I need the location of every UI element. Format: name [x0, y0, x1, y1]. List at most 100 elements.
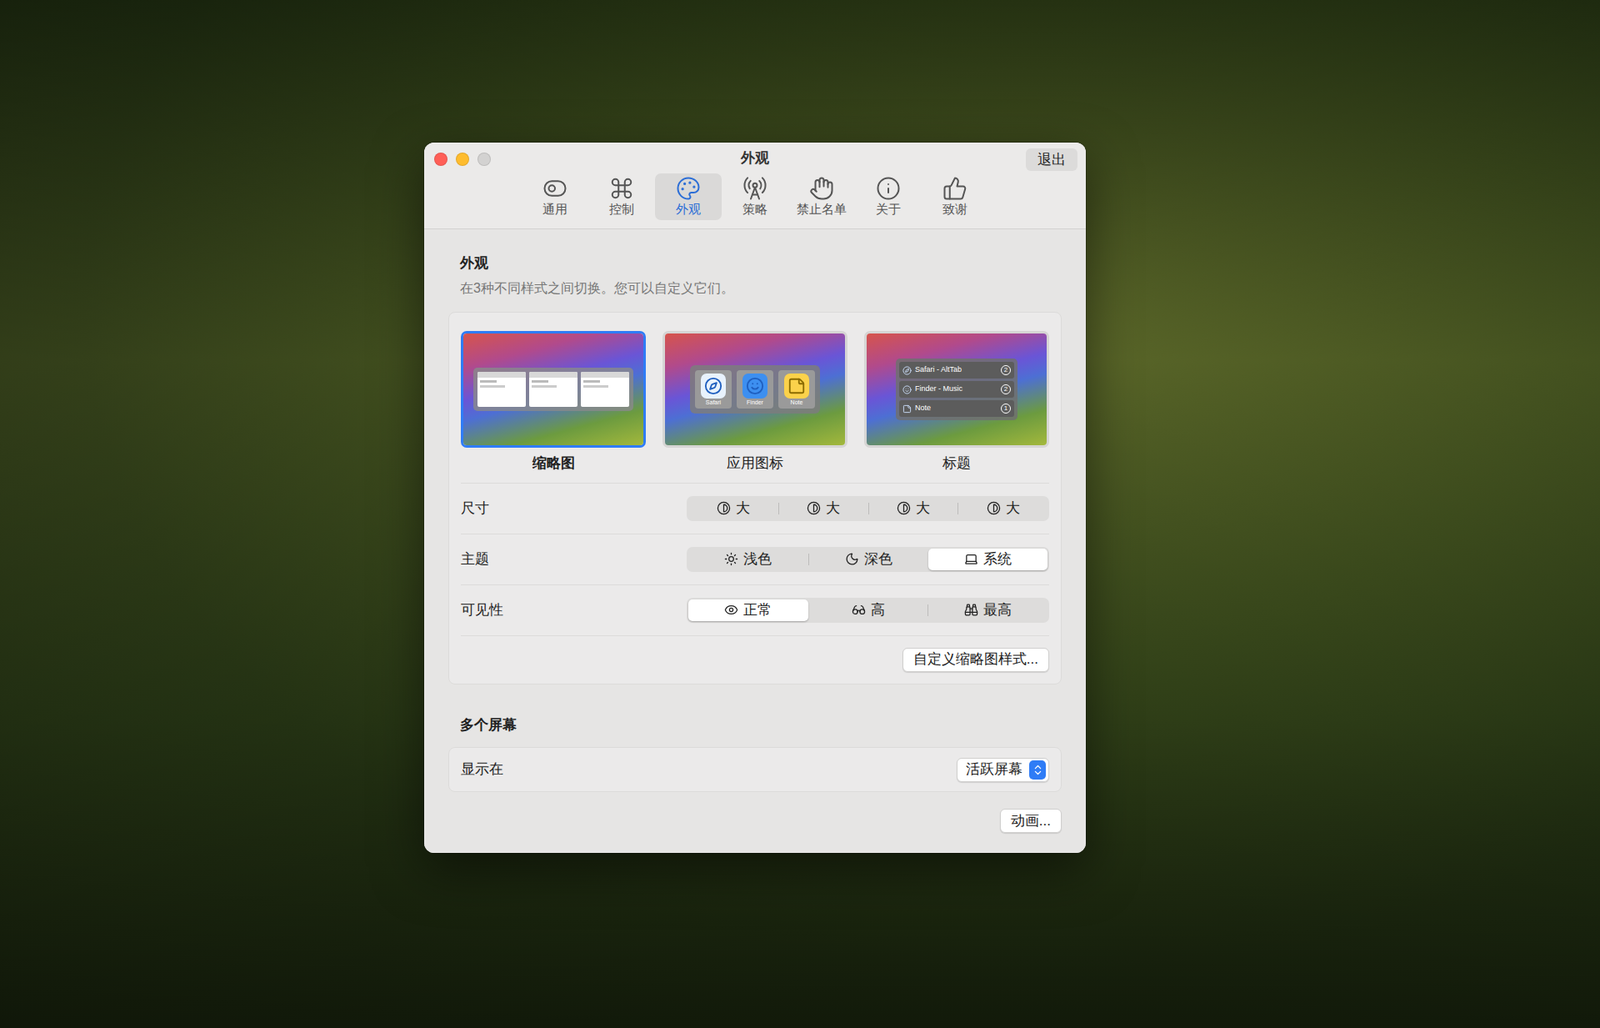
- theme-row: 主题 浅色 深色 系统: [460, 533, 1050, 585]
- app-name: Note: [790, 398, 804, 407]
- size-option-icon: [806, 500, 821, 515]
- row-label: 显示在: [460, 758, 504, 780]
- size-segmented-control: 大大大大: [686, 495, 1050, 521]
- segment-option[interactable]: 大: [958, 497, 1048, 520]
- toolbar: 退出外观通用控制外观策略禁止名单关于致谢: [424, 142, 1086, 229]
- app-icon-tile: Safari: [695, 370, 732, 409]
- style-preview: Safari - AltTab2 Finder - Music2 Note1: [866, 333, 1047, 445]
- close-button[interactable]: [434, 152, 448, 166]
- tab-icon: [542, 175, 568, 201]
- style-label: 标题: [942, 452, 971, 475]
- segment-option[interactable]: 深色: [809, 548, 929, 570]
- app-icon-tile: Finder: [736, 370, 774, 409]
- style-picker: 缩略图SafariFinderNote应用图标Safari - AltTab2F…: [460, 312, 1050, 483]
- style-option[interactable]: Safari - AltTab2 Finder - Music2 Note1 标题: [864, 330, 1050, 475]
- quit-button[interactable]: 退出: [1025, 148, 1078, 171]
- minimize-button[interactable]: [455, 152, 470, 166]
- title-row: Finder - Music2: [899, 380, 1015, 398]
- size-option-icon: [986, 500, 1001, 515]
- segment-option[interactable]: 大: [869, 497, 959, 520]
- display-row: 显示在 活跃屏幕: [448, 746, 1062, 792]
- segment-label: 大: [735, 497, 750, 520]
- segment-label: 系统: [983, 548, 1012, 570]
- tab-icon: [942, 175, 968, 201]
- toolbar-tab[interactable]: 控制: [588, 173, 655, 220]
- size-option-icon: [716, 500, 731, 515]
- theme-option-icon: [964, 551, 979, 566]
- toolbar-tab[interactable]: 策略: [721, 173, 789, 220]
- content: 外观在3种不同样式之间切换。您可以自定义它们。缩略图 Safari Finder No…: [424, 229, 1086, 854]
- toolbar-tab[interactable]: 关于: [855, 173, 922, 220]
- app-icon-tile: Note: [778, 370, 815, 409]
- style-label: 应用图标: [726, 452, 784, 475]
- title-text: Finder - Music: [915, 383, 998, 395]
- section-description: 在3种不同样式之间切换。您可以自定义它们。: [460, 278, 1050, 299]
- visibility-option-icon: [964, 602, 979, 617]
- tab-label: 致谢: [942, 200, 968, 218]
- segment-divider: [808, 553, 810, 565]
- customize-thumbnail-button[interactable]: 自定义缩略图样式...: [902, 647, 1050, 672]
- theme-option-icon: [845, 551, 860, 566]
- segment-divider: [927, 604, 929, 616]
- visibility-option-icon: [724, 602, 739, 617]
- title-text: Safari - AltTab: [915, 364, 998, 376]
- segment-option[interactable]: 高: [809, 599, 929, 621]
- zoom-button: [477, 152, 491, 166]
- theme-segmented-control: 浅色 深色 系统: [686, 546, 1050, 572]
- app-icon: [745, 376, 765, 395]
- window-title: 外观: [740, 142, 770, 170]
- settings-window: 退出外观通用控制外观策略禁止名单关于致谢外观在3种不同样式之间切换。您可以自定义…: [424, 142, 1086, 853]
- row-label: 尺寸: [460, 497, 490, 520]
- segment-option[interactable]: 浅色: [688, 548, 809, 570]
- section-heading: 外观: [460, 252, 1050, 275]
- size-option-icon: [896, 500, 911, 515]
- thumbnail-mini-window: [477, 371, 526, 407]
- segment-option[interactable]: 最高: [928, 599, 1048, 621]
- segment-option[interactable]: 系统: [928, 548, 1048, 570]
- display-select[interactable]: 活跃屏幕: [956, 757, 1050, 782]
- style-label: 缩略图: [532, 452, 575, 475]
- row-label: 可见性: [460, 599, 504, 621]
- style-option[interactable]: Safari Finder Note 应用图标: [662, 330, 848, 475]
- segment-divider: [957, 502, 959, 515]
- segment-option[interactable]: 大: [688, 497, 779, 520]
- visibility-segmented-control: 正常 高最高: [686, 597, 1050, 623]
- appearance-group: 缩略图SafariFinderNote应用图标Safari - AltTab2F…: [448, 311, 1062, 685]
- title-row: Note1: [899, 400, 1015, 417]
- segment-divider: [778, 502, 780, 515]
- segment-label: 浅色: [743, 548, 772, 570]
- toolbar-tab[interactable]: 通用: [521, 173, 589, 220]
- style-preview: Safari Finder Note: [665, 333, 845, 445]
- tab-label: 通用: [542, 200, 568, 218]
- section-heading: 多个屏幕: [448, 714, 1062, 736]
- segment-label: 正常: [743, 599, 772, 621]
- size-row: 尺寸 大 大 大 大: [460, 482, 1050, 534]
- theme-option-icon: [724, 551, 739, 566]
- visibility-option-icon: [851, 602, 866, 617]
- toolbar-tab[interactable]: 禁止名单: [788, 173, 855, 220]
- row-label: 主题: [460, 548, 490, 570]
- style-option[interactable]: 缩略图: [460, 330, 646, 475]
- animation-button[interactable]: 动画...: [1000, 808, 1062, 833]
- app-icon: [787, 376, 806, 395]
- style-preview: [463, 333, 644, 445]
- segment-label: 大: [1005, 497, 1020, 520]
- segment-label: 深色: [864, 548, 893, 570]
- tab-label: 外观: [675, 200, 701, 218]
- app-icon: [902, 365, 912, 375]
- app-name: Safari: [705, 398, 721, 407]
- toolbar-tab[interactable]: 外观: [655, 173, 722, 220]
- tab-label: 禁止名单: [796, 200, 847, 218]
- tab-label: 策略: [742, 200, 768, 218]
- segment-option[interactable]: 大: [779, 497, 869, 520]
- tab-label: 控制: [609, 200, 635, 218]
- tab-icon: [742, 175, 768, 201]
- tab-icon: [875, 175, 901, 201]
- app-icon: [902, 404, 912, 414]
- tab-icon: [675, 175, 701, 201]
- window-count-badge: 2: [1000, 365, 1011, 375]
- toolbar-tab[interactable]: 致谢: [921, 173, 989, 220]
- segment-label: 大: [825, 497, 840, 520]
- segment-divider: [868, 502, 870, 515]
- segment-option[interactable]: 正常: [688, 599, 809, 621]
